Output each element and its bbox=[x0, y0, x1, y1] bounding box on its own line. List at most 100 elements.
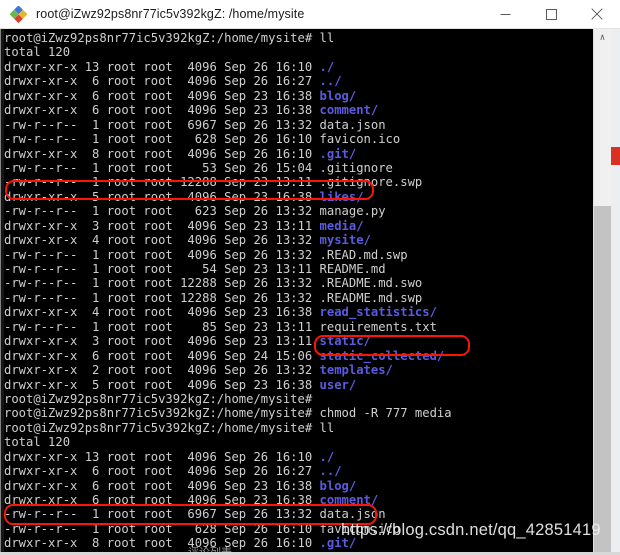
file-metadata: drwxr-xr-x 5 root root 4096 Sep 23 16:38 bbox=[4, 189, 320, 204]
file-metadata: -rw-r--r-- 1 root root 12288 Sep 23 13:1… bbox=[4, 175, 320, 190]
window-controls bbox=[482, 0, 620, 29]
file-metadata: drwxr-xr-x 6 root root 4096 Sep 23 16:38 bbox=[4, 478, 320, 493]
terminal-output-line: total 120 bbox=[4, 45, 620, 59]
shell-prompt: root@iZwz92ps8nr77ic5v392kgZ:/home/mysit… bbox=[4, 391, 320, 406]
file-name: .READ.md.swp bbox=[319, 247, 408, 262]
shell-prompt: root@iZwz92ps8nr77ic5v392kgZ:/home/mysit… bbox=[4, 31, 320, 45]
terminal-body[interactable]: root@iZwz92ps8nr77ic5v392kgZ:/home/mysit… bbox=[0, 29, 620, 555]
file-metadata: -rw-r--r-- 1 root root 53 Sep 26 15:04 bbox=[4, 160, 320, 175]
minimize-button[interactable] bbox=[482, 0, 528, 29]
terminal-window: root@iZwz92ps8nr77ic5v392kgZ: /home/mysi… bbox=[0, 0, 620, 555]
terminal-output-line: -rw-r--r-- 1 root root 6967 Sep 26 13:32… bbox=[4, 118, 620, 132]
file-metadata: -rw-r--r-- 1 root root 6967 Sep 26 13:32 bbox=[4, 117, 320, 132]
file-name: templates/ bbox=[319, 363, 393, 378]
file-name: likes/ bbox=[319, 189, 364, 204]
shell-command: chmod -R 777 media bbox=[319, 406, 452, 421]
terminal-output-line: drwxr-xr-x 6 root root 4096 Sep 23 16:38… bbox=[4, 103, 620, 117]
file-metadata: -rw-r--r-- 1 root root 6967 Sep 26 13:32 bbox=[4, 507, 320, 522]
terminal-output-line: drwxr-xr-x 13 root root 4096 Sep 26 16:1… bbox=[4, 60, 620, 74]
file-name: user/ bbox=[319, 377, 357, 392]
file-name: manage.py bbox=[319, 204, 386, 219]
file-metadata: drwxr-xr-x 6 root root 4096 Sep 23 16:38 bbox=[4, 493, 320, 507]
file-name: README.md bbox=[319, 262, 386, 276]
file-name: comment/ bbox=[319, 493, 379, 507]
file-name: comment/ bbox=[319, 103, 379, 118]
file-metadata: drwxr-xr-x 6 root root 4096 Sep 23 16:38 bbox=[4, 103, 320, 118]
terminal-output-line: -rw-r--r-- 1 root root 6967 Sep 26 13:32… bbox=[4, 507, 620, 521]
file-name: .README.md.swp bbox=[319, 290, 423, 305]
file-name: blog/ bbox=[319, 478, 357, 493]
shell-command: ll bbox=[319, 31, 335, 45]
terminal-output-line: -rw-r--r-- 1 root root 4096 Sep 26 13:32… bbox=[4, 248, 620, 262]
terminal-output-line: drwxr-xr-x 6 root root 4096 Sep 26 16:27… bbox=[4, 74, 620, 88]
close-button[interactable] bbox=[574, 0, 620, 29]
file-metadata: drwxr-xr-x 6 root root 4096 Sep 26 16:27 bbox=[4, 74, 320, 89]
terminal-output-line: drwxr-xr-x 5 root root 4096 Sep 23 16:38… bbox=[4, 190, 620, 204]
terminal-output-line: drwxr-xr-x 8 root root 4096 Sep 26 16:10… bbox=[4, 147, 620, 161]
terminal-prompt-line: root@iZwz92ps8nr77ic5v392kgZ:/home/mysit… bbox=[4, 31, 620, 45]
terminal-output-line: drwxr-xr-x 3 root root 4096 Sep 23 13:11… bbox=[4, 334, 620, 348]
terminal-output-line: drwxr-xr-x 4 root root 4096 Sep 26 13:32… bbox=[4, 233, 620, 247]
terminal-prompt-line: root@iZwz92ps8nr77ic5v392kgZ:/home/mysit… bbox=[4, 421, 620, 435]
file-name: .git/ bbox=[319, 146, 357, 161]
terminal-output: root@iZwz92ps8nr77ic5v392kgZ:/home/mysit… bbox=[0, 29, 620, 555]
file-name: static_collected/ bbox=[319, 348, 445, 363]
file-name: favicon.ico bbox=[319, 132, 401, 147]
terminal-output-line: -rw-r--r-- 1 root root 12288 Sep 26 13:3… bbox=[4, 291, 620, 305]
terminal-output-line: -rw-r--r-- 1 root root 12288 Sep 23 13:1… bbox=[4, 175, 620, 189]
notification-badge-icon[interactable] bbox=[611, 147, 620, 165]
terminal-scrollbar[interactable]: ∧ bbox=[593, 29, 611, 555]
terminal-output-line: drwxr-xr-x 2 root root 4096 Sep 26 13:32… bbox=[4, 363, 620, 377]
terminal-output-line: -rw-r--r-- 1 root root 54 Sep 23 13:11 R… bbox=[4, 262, 620, 276]
file-metadata: drwxr-xr-x 8 root root 4096 Sep 26 16:10 bbox=[4, 146, 320, 161]
file-name: blog/ bbox=[319, 88, 357, 103]
terminal-output-line: -rw-r--r-- 1 root root 623 Sep 26 13:32 … bbox=[4, 204, 620, 218]
terminal-output-line: -rw-r--r-- 1 root root 12288 Sep 26 13:3… bbox=[4, 276, 620, 290]
file-metadata: -rw-r--r-- 1 root root 12288 Sep 26 13:3… bbox=[4, 290, 320, 305]
file-metadata: -rw-r--r-- 1 root root 12288 Sep 26 13:3… bbox=[4, 276, 320, 291]
terminal-output-line: drwxr-xr-x 6 root root 4096 Sep 24 15:06… bbox=[4, 349, 620, 363]
file-metadata: -rw-r--r-- 1 root root 54 Sep 23 13:11 bbox=[4, 262, 320, 276]
scrollbar-track[interactable] bbox=[594, 46, 611, 555]
xshell-diamond-icon bbox=[9, 4, 28, 23]
terminal-output-line: -rw-r--r-- 1 root root 628 Sep 26 16:10 … bbox=[4, 132, 620, 146]
terminal-output-line: drwxr-xr-x 5 root root 4096 Sep 23 16:38… bbox=[4, 378, 620, 392]
terminal-output-line: drwxr-xr-x 6 root root 4096 Sep 23 16:38… bbox=[4, 89, 620, 103]
file-name: read_statistics/ bbox=[319, 305, 437, 320]
file-metadata: drwxr-xr-x 3 root root 4096 Sep 23 13:11 bbox=[4, 334, 320, 349]
window-title: root@iZwz92ps8nr77ic5v392kgZ: /home/mysi… bbox=[36, 7, 305, 21]
file-metadata: -rw-r--r-- 1 root root 4096 Sep 26 13:32 bbox=[4, 247, 320, 262]
file-metadata: drwxr-xr-x 5 root root 4096 Sep 23 16:38 bbox=[4, 377, 320, 392]
file-metadata: drwxr-xr-x 4 root root 4096 Sep 26 13:32 bbox=[4, 233, 320, 248]
maximize-button[interactable] bbox=[528, 0, 574, 29]
scroll-up-icon[interactable]: ∧ bbox=[594, 29, 611, 46]
scrollbar-thumb[interactable] bbox=[594, 206, 611, 555]
file-metadata: -rw-r--r-- 1 root root 628 Sep 26 16:10 bbox=[4, 521, 320, 536]
file-metadata: drwxr-xr-x 6 root root 4096 Sep 26 16:27 bbox=[4, 464, 320, 479]
terminal-prompt-line: root@iZwz92ps8nr77ic5v392kgZ:/home/mysit… bbox=[4, 406, 620, 420]
terminal-output-line: -rw-r--r-- 1 root root 53 Sep 26 15:04 .… bbox=[4, 161, 620, 175]
file-metadata: drwxr-xr-x 3 root root 4096 Sep 23 13:11 bbox=[4, 218, 320, 233]
file-name: mysite/ bbox=[319, 233, 371, 248]
file-name: data.json bbox=[319, 507, 386, 522]
file-name: static/ bbox=[319, 334, 371, 349]
terminal-output-line: total 120 bbox=[4, 435, 620, 449]
output-text: total 120 bbox=[4, 435, 71, 450]
file-name: .README.md.swo bbox=[319, 276, 423, 291]
terminal-output-line: drwxr-xr-x 13 root root 4096 Sep 26 16:1… bbox=[4, 450, 620, 464]
terminal-prompt-line: root@iZwz92ps8nr77ic5v392kgZ:/home/mysit… bbox=[4, 392, 620, 406]
shell-command: ll bbox=[319, 420, 335, 435]
file-metadata: -rw-r--r-- 1 root root 628 Sep 26 16:10 bbox=[4, 132, 320, 147]
file-name: requirements.txt bbox=[319, 319, 437, 334]
file-name: ./ bbox=[319, 59, 335, 74]
terminal-output-line: drwxr-xr-x 6 root root 4096 Sep 26 16:27… bbox=[4, 464, 620, 478]
file-metadata: drwxr-xr-x 6 root root 4096 Sep 24 15:06 bbox=[4, 348, 320, 363]
terminal-output-line: -rw-r--r-- 1 root root 85 Sep 23 13:11 r… bbox=[4, 320, 620, 334]
file-metadata: drwxr-xr-x 13 root root 4096 Sep 26 16:1… bbox=[4, 449, 320, 464]
file-name: ../ bbox=[319, 74, 342, 89]
file-name: ../ bbox=[319, 464, 342, 479]
file-name: media/ bbox=[319, 218, 364, 233]
terminal-output-line: drwxr-xr-x 3 root root 4096 Sep 23 13:11… bbox=[4, 219, 620, 233]
file-name: data.json bbox=[319, 117, 386, 132]
watermark-url: https://blog.csdn.net/qq_42851419 bbox=[341, 521, 601, 539]
